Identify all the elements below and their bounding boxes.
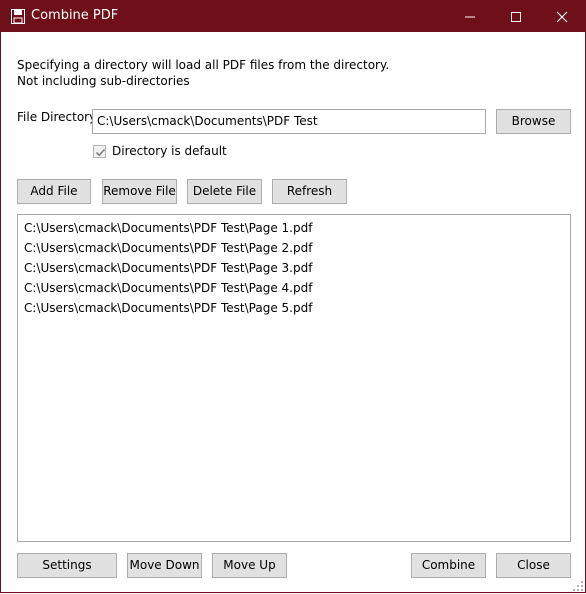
settings-button[interactable]: Settings <box>17 553 117 578</box>
description-line-2: Not including sub-directories <box>17 74 190 88</box>
floppy-disk-icon <box>11 9 25 24</box>
list-item[interactable]: C:\Users\cmack\Documents\PDF Test\Page 4… <box>24 278 570 298</box>
description-line-1: Specifying a directory will load all PDF… <box>17 58 390 72</box>
directory-default-checkbox[interactable] <box>93 145 106 158</box>
file-directory-label: File Directory <box>17 110 97 124</box>
client-area: Specifying a directory will load all PDF… <box>1 32 585 592</box>
refresh-button[interactable]: Refresh <box>272 179 347 204</box>
list-item[interactable]: C:\Users\cmack\Documents\PDF Test\Page 5… <box>24 298 570 318</box>
remove-file-button[interactable]: Remove File <box>102 179 177 204</box>
browse-button[interactable]: Browse <box>496 109 571 134</box>
window-title: Combine PDF <box>31 8 119 23</box>
title-bar[interactable]: Combine PDF <box>1 1 585 32</box>
list-item[interactable]: C:\Users\cmack\Documents\PDF Test\Page 2… <box>24 238 570 258</box>
move-down-button[interactable]: Move Down <box>127 553 202 578</box>
close-button[interactable]: Close <box>496 553 571 578</box>
maximize-button[interactable] <box>493 1 539 32</box>
minimize-icon <box>465 16 475 18</box>
list-item[interactable]: C:\Users\cmack\Documents\PDF Test\Page 3… <box>24 258 570 278</box>
minimize-button[interactable] <box>447 1 493 32</box>
combine-button[interactable]: Combine <box>411 553 486 578</box>
file-directory-input[interactable]: C:\Users\cmack\Documents\PDF Test <box>92 109 486 134</box>
checkmark-icon <box>95 148 106 157</box>
resize-grip-icon[interactable] <box>573 580 583 591</box>
delete-file-button[interactable]: Delete File <box>187 179 262 204</box>
combine-pdf-window: Combine PDF Specifying a directory will … <box>0 0 586 593</box>
add-file-button[interactable]: Add File <box>17 179 91 204</box>
file-list[interactable]: C:\Users\cmack\Documents\PDF Test\Page 1… <box>17 214 571 542</box>
close-icon <box>556 11 568 23</box>
move-up-button[interactable]: Move Up <box>212 553 287 578</box>
list-item[interactable]: C:\Users\cmack\Documents\PDF Test\Page 1… <box>24 218 570 238</box>
directory-default-label[interactable]: Directory is default <box>112 144 227 158</box>
close-window-button[interactable] <box>539 1 585 32</box>
maximize-icon <box>511 12 521 22</box>
